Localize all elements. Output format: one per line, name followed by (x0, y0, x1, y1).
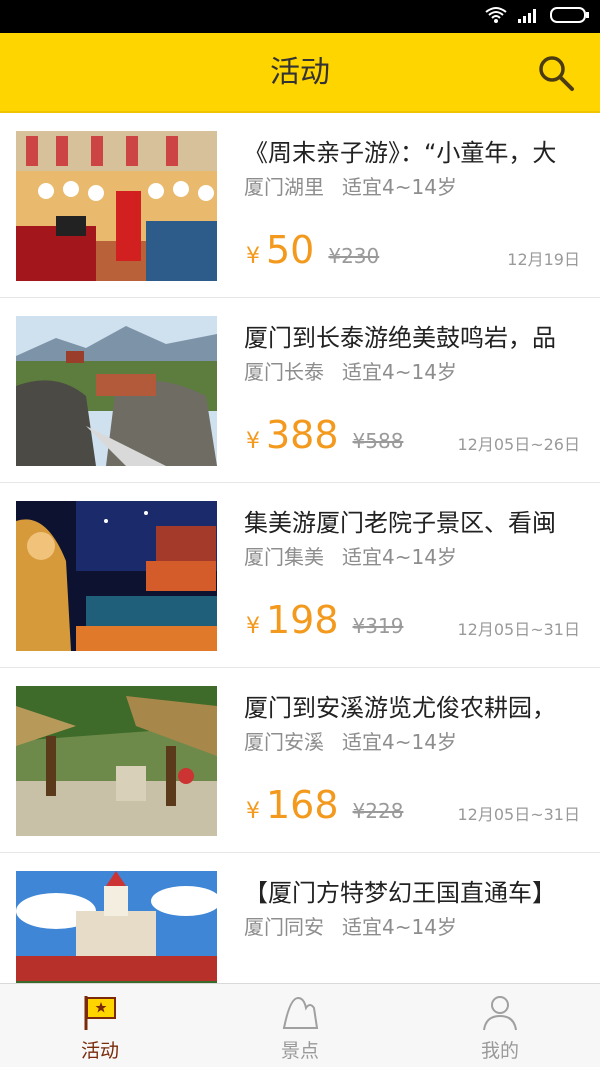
list-item[interactable]: 厦门到安溪游览尤俊农耕园， 厦门安溪 适宜4~14岁 ¥ 168 ¥228 12月… (0, 668, 600, 853)
activity-age: 适宜4~14岁 (342, 175, 457, 199)
status-icons (484, 6, 590, 24)
original-price: ¥588 (352, 429, 404, 453)
currency-symbol: ¥ (246, 799, 260, 824)
activity-location: 厦门同安 (244, 915, 324, 939)
price-row: ¥ 198 ¥319 (246, 598, 403, 642)
person-icon (483, 996, 517, 1031)
activity-date: 12月05日~31日 (457, 805, 581, 824)
activity-location: 厦门集美 (244, 545, 324, 569)
activity-title: 《周末亲子游》：“小童年，大 (244, 139, 557, 167)
activity-price: 168 (266, 783, 339, 827)
activity-location: 厦门安溪 (244, 730, 324, 754)
tab-scenic-spots[interactable]: 景点 (200, 984, 400, 1067)
original-price: ¥228 (352, 799, 404, 823)
activity-date: 12月05日~26日 (457, 435, 581, 454)
mountain-icon (282, 996, 319, 1029)
activity-title: 厦门到安溪游览尤俊农耕园， (244, 694, 556, 722)
activity-meta: 厦门集美 适宜4~14岁 (244, 541, 457, 570)
activity-meta: 厦门湖里 适宜4~14岁 (244, 171, 457, 200)
activity-age: 适宜4~14岁 (342, 915, 457, 939)
activity-title: 【厦门方特梦幻王国直通车】 (244, 879, 556, 907)
wifi-icon (485, 7, 507, 23)
price-row: ¥ 50 ¥230 (246, 228, 379, 272)
currency-symbol: ¥ (246, 614, 260, 639)
activity-date: 12月05日~31日 (457, 620, 581, 639)
tab-activities[interactable]: 活动 (0, 984, 200, 1067)
tab-profile[interactable]: 我的 (400, 984, 600, 1067)
price-row: ¥ 388 ¥588 (246, 413, 403, 457)
status-bar (0, 0, 600, 33)
activity-location: 厦门湖里 (244, 175, 324, 199)
activity-photo (16, 501, 217, 651)
list-item[interactable]: 【厦门方特梦幻王国直通车】 厦门同安 适宜4~14岁 (0, 853, 600, 983)
signal-icon (518, 9, 536, 23)
tab-label: 我的 (480, 1040, 519, 1062)
original-price: ¥319 (352, 614, 404, 638)
price-row: ¥ 168 ¥228 (246, 783, 403, 827)
app-header: 活动 (0, 33, 600, 113)
tab-label: 活动 (80, 1040, 119, 1062)
activity-meta: 厦门长泰 适宜4~14岁 (244, 356, 457, 385)
activity-list[interactable]: 《周末亲子游》：“小童年，大 厦门湖里 适宜4~14岁 ¥ 50 ¥230 12月… (0, 113, 600, 983)
activity-photo (16, 686, 217, 836)
activity-date: 12月19日 (507, 250, 580, 269)
activity-age: 适宜4~14岁 (342, 360, 457, 384)
search-icon[interactable] (536, 53, 576, 93)
currency-symbol: ¥ (246, 244, 260, 269)
original-price: ¥230 (328, 244, 380, 268)
activity-meta: 厦门安溪 适宜4~14岁 (244, 726, 457, 755)
list-item[interactable]: 厦门到长泰游绝美鼓鸣岩，品 厦门长泰 适宜4~14岁 ¥ 388 ¥588 12月… (0, 298, 600, 483)
list-item[interactable]: 《周末亲子游》：“小童年，大 厦门湖里 适宜4~14岁 ¥ 50 ¥230 12月… (0, 113, 600, 298)
activity-photo (16, 316, 217, 466)
activity-age: 适宜4~14岁 (342, 545, 457, 569)
bottom-tab-bar: 活动 景点 我的 (0, 983, 600, 1067)
activity-photo (16, 871, 217, 983)
activity-meta: 厦门同安 适宜4~14岁 (244, 911, 457, 940)
tab-label: 景点 (280, 1040, 319, 1062)
battery-icon (550, 7, 589, 23)
flag-star-icon (84, 996, 116, 1030)
activity-age: 适宜4~14岁 (342, 730, 457, 754)
activity-price: 198 (266, 598, 339, 642)
page-title: 活动 (270, 55, 330, 90)
activity-price: 388 (266, 413, 339, 457)
activity-photo (16, 131, 217, 281)
activity-location: 厦门长泰 (244, 360, 324, 384)
list-item[interactable]: 集美游厦门老院子景区、看闽 厦门集美 适宜4~14岁 ¥ 198 ¥319 12月… (0, 483, 600, 668)
activity-title: 集美游厦门老院子景区、看闽 (244, 509, 556, 537)
activity-price: 50 (266, 228, 315, 272)
currency-symbol: ¥ (246, 429, 260, 454)
activity-title: 厦门到长泰游绝美鼓鸣岩，品 (244, 324, 556, 352)
